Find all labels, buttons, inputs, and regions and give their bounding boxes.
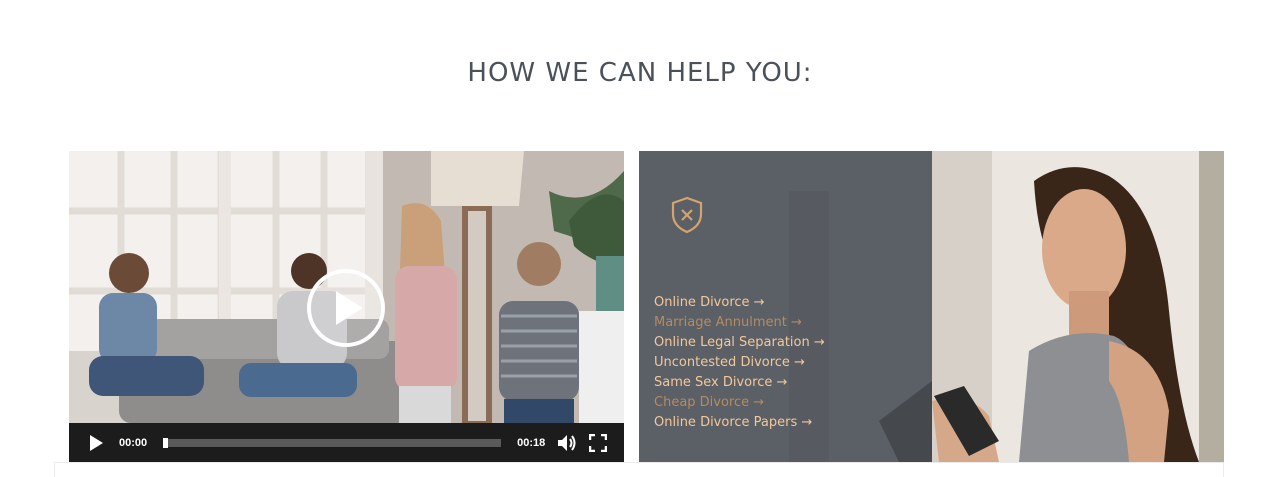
service-link[interactable]: Uncontested Divorce → [654, 353, 825, 373]
volume-icon[interactable] [556, 432, 578, 454]
fullscreen-icon[interactable] [587, 432, 609, 454]
current-time: 00:00 [119, 437, 148, 449]
play-overlay-icon[interactable] [306, 268, 386, 348]
video-player[interactable]: 00:00 00:18 [69, 151, 624, 463]
service-list: Online Divorce → Marriage Annulment → On… [654, 293, 825, 433]
service-link[interactable]: Same Sex Divorce → [654, 373, 825, 393]
shield-x-icon [671, 196, 703, 234]
video-controls: 00:00 00:18 [69, 423, 624, 463]
service-link[interactable]: Online Legal Separation → [654, 333, 825, 353]
duration: 00:18 [517, 437, 546, 449]
content-card-edge [54, 462, 1224, 477]
service-link[interactable]: Cheap Divorce → [654, 393, 825, 413]
service-link[interactable]: Marriage Annulment → [654, 313, 825, 333]
play-icon[interactable] [85, 432, 107, 454]
page: HOW WE CAN HELP YOU: 00:00 00:18 Online … [0, 0, 1273, 477]
services-panel: Online Divorce → Marriage Annulment → On… [639, 151, 1224, 462]
section-heading: HOW WE CAN HELP YOU: [467, 58, 813, 88]
progress-handle[interactable] [163, 438, 169, 448]
service-link[interactable]: Online Divorce Papers → [654, 413, 825, 433]
progress-bar[interactable] [163, 438, 502, 448]
service-link[interactable]: Online Divorce → [654, 293, 825, 313]
